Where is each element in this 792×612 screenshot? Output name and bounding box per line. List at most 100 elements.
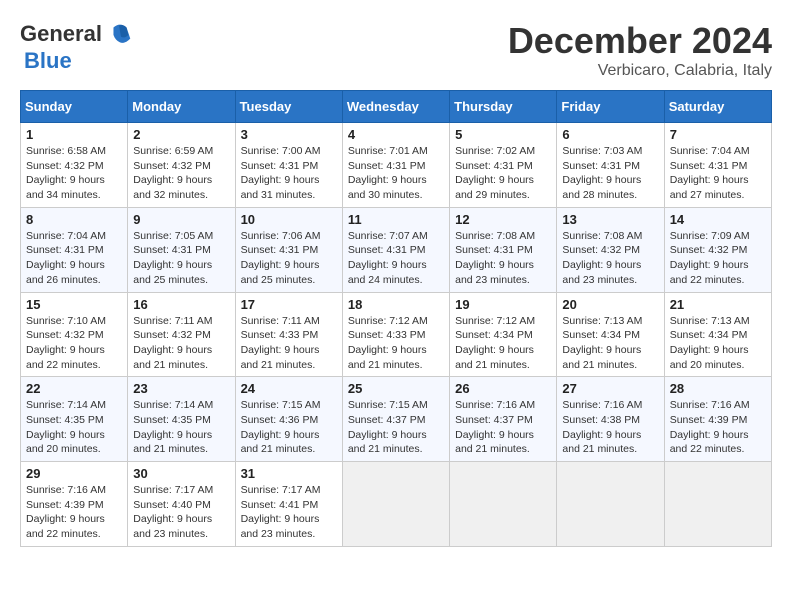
day-number: 20 — [562, 297, 658, 312]
cell-text: Sunrise: 7:15 AMSunset: 4:37 PMDaylight:… — [348, 399, 428, 455]
table-row — [342, 462, 449, 547]
cell-text: Sunrise: 7:14 AMSunset: 4:35 PMDaylight:… — [26, 399, 106, 455]
col-tuesday: Tuesday — [235, 91, 342, 123]
cell-text: Sunrise: 7:16 AMSunset: 4:37 PMDaylight:… — [455, 399, 535, 455]
table-row: 31 Sunrise: 7:17 AMSunset: 4:41 PMDaylig… — [235, 462, 342, 547]
table-row: 10 Sunrise: 7:06 AMSunset: 4:31 PMDaylig… — [235, 207, 342, 292]
page-header: General Blue December 2024 Verbicaro, Ca… — [20, 20, 772, 80]
table-row: 2 Sunrise: 6:59 AMSunset: 4:32 PMDayligh… — [128, 123, 235, 208]
day-number: 17 — [241, 297, 337, 312]
day-number: 14 — [670, 212, 766, 227]
cell-text: Sunrise: 7:02 AMSunset: 4:31 PMDaylight:… — [455, 145, 535, 201]
cell-text: Sunrise: 7:17 AMSunset: 4:40 PMDaylight:… — [133, 484, 213, 540]
table-row: 3 Sunrise: 7:00 AMSunset: 4:31 PMDayligh… — [235, 123, 342, 208]
day-number: 26 — [455, 381, 551, 396]
cell-text: Sunrise: 7:04 AMSunset: 4:31 PMDaylight:… — [670, 145, 750, 201]
table-row: 23 Sunrise: 7:14 AMSunset: 4:35 PMDaylig… — [128, 377, 235, 462]
col-saturday: Saturday — [664, 91, 771, 123]
cell-text: Sunrise: 7:00 AMSunset: 4:31 PMDaylight:… — [241, 145, 321, 201]
calendar-week-4: 22 Sunrise: 7:14 AMSunset: 4:35 PMDaylig… — [21, 377, 772, 462]
cell-text: Sunrise: 7:16 AMSunset: 4:39 PMDaylight:… — [26, 484, 106, 540]
cell-text: Sunrise: 7:06 AMSunset: 4:31 PMDaylight:… — [241, 230, 321, 286]
cell-text: Sunrise: 7:04 AMSunset: 4:31 PMDaylight:… — [26, 230, 106, 286]
day-number: 13 — [562, 212, 658, 227]
table-row: 17 Sunrise: 7:11 AMSunset: 4:33 PMDaylig… — [235, 292, 342, 377]
month-title: December 2024 — [508, 20, 772, 62]
day-number: 6 — [562, 127, 658, 142]
cell-text: Sunrise: 7:03 AMSunset: 4:31 PMDaylight:… — [562, 145, 642, 201]
cell-text: Sunrise: 7:10 AMSunset: 4:32 PMDaylight:… — [26, 315, 106, 371]
day-number: 19 — [455, 297, 551, 312]
day-number: 25 — [348, 381, 444, 396]
table-row — [557, 462, 664, 547]
cell-text: Sunrise: 7:12 AMSunset: 4:34 PMDaylight:… — [455, 315, 535, 371]
day-number: 29 — [26, 466, 122, 481]
day-number: 7 — [670, 127, 766, 142]
cell-text: Sunrise: 6:58 AMSunset: 4:32 PMDaylight:… — [26, 145, 106, 201]
table-row: 16 Sunrise: 7:11 AMSunset: 4:32 PMDaylig… — [128, 292, 235, 377]
cell-text: Sunrise: 7:12 AMSunset: 4:33 PMDaylight:… — [348, 315, 428, 371]
cell-text: Sunrise: 7:05 AMSunset: 4:31 PMDaylight:… — [133, 230, 213, 286]
cell-text: Sunrise: 7:08 AMSunset: 4:31 PMDaylight:… — [455, 230, 535, 286]
day-number: 3 — [241, 127, 337, 142]
cell-text: Sunrise: 7:11 AMSunset: 4:32 PMDaylight:… — [133, 315, 212, 371]
day-number: 23 — [133, 381, 229, 396]
col-wednesday: Wednesday — [342, 91, 449, 123]
calendar-table: Sunday Monday Tuesday Wednesday Thursday… — [20, 90, 772, 547]
table-row: 20 Sunrise: 7:13 AMSunset: 4:34 PMDaylig… — [557, 292, 664, 377]
table-row — [664, 462, 771, 547]
table-row: 24 Sunrise: 7:15 AMSunset: 4:36 PMDaylig… — [235, 377, 342, 462]
day-number: 15 — [26, 297, 122, 312]
day-number: 1 — [26, 127, 122, 142]
col-monday: Monday — [128, 91, 235, 123]
day-number: 2 — [133, 127, 229, 142]
table-row: 29 Sunrise: 7:16 AMSunset: 4:39 PMDaylig… — [21, 462, 128, 547]
day-number: 28 — [670, 381, 766, 396]
calendar-week-2: 8 Sunrise: 7:04 AMSunset: 4:31 PMDayligh… — [21, 207, 772, 292]
table-row: 9 Sunrise: 7:05 AMSunset: 4:31 PMDayligh… — [128, 207, 235, 292]
day-number: 22 — [26, 381, 122, 396]
table-row: 28 Sunrise: 7:16 AMSunset: 4:39 PMDaylig… — [664, 377, 771, 462]
cell-text: Sunrise: 7:01 AMSunset: 4:31 PMDaylight:… — [348, 145, 428, 201]
table-row: 13 Sunrise: 7:08 AMSunset: 4:32 PMDaylig… — [557, 207, 664, 292]
day-number: 11 — [348, 212, 444, 227]
table-row: 25 Sunrise: 7:15 AMSunset: 4:37 PMDaylig… — [342, 377, 449, 462]
cell-text: Sunrise: 7:14 AMSunset: 4:35 PMDaylight:… — [133, 399, 213, 455]
day-number: 4 — [348, 127, 444, 142]
cell-text: Sunrise: 7:16 AMSunset: 4:38 PMDaylight:… — [562, 399, 642, 455]
table-row: 15 Sunrise: 7:10 AMSunset: 4:32 PMDaylig… — [21, 292, 128, 377]
calendar-week-1: 1 Sunrise: 6:58 AMSunset: 4:32 PMDayligh… — [21, 123, 772, 208]
day-number: 5 — [455, 127, 551, 142]
cell-text: Sunrise: 7:17 AMSunset: 4:41 PMDaylight:… — [241, 484, 321, 540]
cell-text: Sunrise: 7:15 AMSunset: 4:36 PMDaylight:… — [241, 399, 321, 455]
title-block: December 2024 Verbicaro, Calabria, Italy — [508, 20, 772, 80]
day-number: 9 — [133, 212, 229, 227]
cell-text: Sunrise: 7:16 AMSunset: 4:39 PMDaylight:… — [670, 399, 750, 455]
table-row: 8 Sunrise: 7:04 AMSunset: 4:31 PMDayligh… — [21, 207, 128, 292]
col-thursday: Thursday — [450, 91, 557, 123]
cell-text: Sunrise: 7:13 AMSunset: 4:34 PMDaylight:… — [670, 315, 750, 371]
cell-text: Sunrise: 7:08 AMSunset: 4:32 PMDaylight:… — [562, 230, 642, 286]
day-number: 30 — [133, 466, 229, 481]
table-row: 19 Sunrise: 7:12 AMSunset: 4:34 PMDaylig… — [450, 292, 557, 377]
logo-general-text: General — [20, 21, 102, 47]
logo-blue-text: Blue — [24, 48, 72, 74]
day-number: 24 — [241, 381, 337, 396]
day-number: 27 — [562, 381, 658, 396]
table-row: 11 Sunrise: 7:07 AMSunset: 4:31 PMDaylig… — [342, 207, 449, 292]
day-number: 10 — [241, 212, 337, 227]
cell-text: Sunrise: 7:07 AMSunset: 4:31 PMDaylight:… — [348, 230, 428, 286]
table-row: 22 Sunrise: 7:14 AMSunset: 4:35 PMDaylig… — [21, 377, 128, 462]
table-row: 27 Sunrise: 7:16 AMSunset: 4:38 PMDaylig… — [557, 377, 664, 462]
table-row: 12 Sunrise: 7:08 AMSunset: 4:31 PMDaylig… — [450, 207, 557, 292]
cell-text: Sunrise: 6:59 AMSunset: 4:32 PMDaylight:… — [133, 145, 213, 201]
day-number: 8 — [26, 212, 122, 227]
table-row: 4 Sunrise: 7:01 AMSunset: 4:31 PMDayligh… — [342, 123, 449, 208]
table-row: 26 Sunrise: 7:16 AMSunset: 4:37 PMDaylig… — [450, 377, 557, 462]
logo: General Blue — [20, 20, 134, 74]
calendar-week-5: 29 Sunrise: 7:16 AMSunset: 4:39 PMDaylig… — [21, 462, 772, 547]
day-number: 31 — [241, 466, 337, 481]
location: Verbicaro, Calabria, Italy — [508, 62, 772, 80]
table-row: 1 Sunrise: 6:58 AMSunset: 4:32 PMDayligh… — [21, 123, 128, 208]
day-number: 18 — [348, 297, 444, 312]
